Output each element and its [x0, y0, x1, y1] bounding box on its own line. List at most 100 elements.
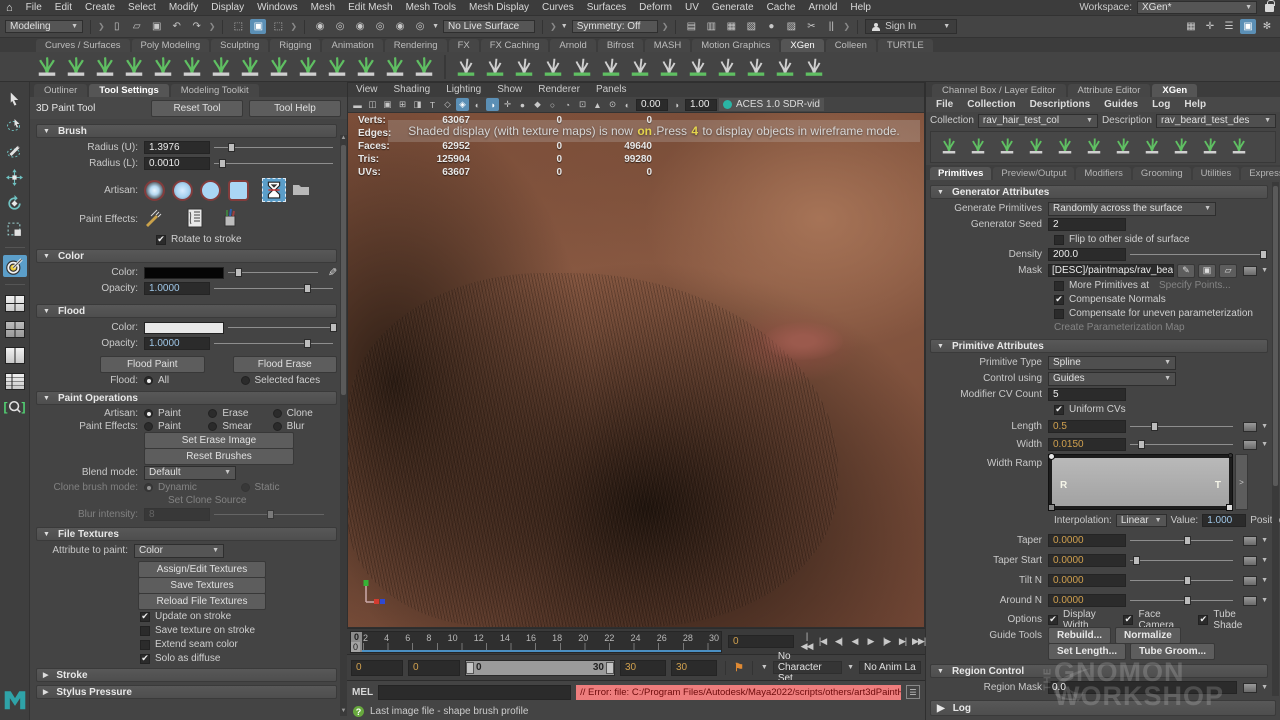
viewport-menu-item[interactable]: Panels: [596, 84, 627, 96]
width-field[interactable]: 0.0150: [1048, 438, 1126, 451]
guide-tool-button[interactable]: Rebuild...: [1048, 627, 1111, 644]
map-icon[interactable]: [1243, 576, 1257, 586]
radius-l-field[interactable]: 0.0010: [144, 157, 210, 170]
sign-in-button[interactable]: Sign In ▼: [865, 19, 957, 34]
viewport-toolbar-icon[interactable]: T: [426, 98, 439, 111]
soft-brush-icon[interactable]: [144, 180, 165, 201]
xgen-shelf-icon[interactable]: [92, 54, 118, 80]
rotate-tool-icon[interactable]: [3, 192, 27, 214]
viewport-toolbar-icon[interactable]: ◈: [456, 98, 469, 111]
home-icon[interactable]: ⌂: [6, 2, 13, 14]
menu-item[interactable]: Modify: [169, 2, 198, 13]
width-ramp-widget[interactable]: R T: [1048, 454, 1233, 510]
flip-side-checkbox[interactable]: [1054, 235, 1064, 245]
compensate-normals-checkbox[interactable]: [1054, 295, 1064, 305]
menu-item[interactable]: Windows: [257, 2, 298, 13]
flood-opacity-slider[interactable]: [214, 337, 333, 350]
xgen-shelf-icon[interactable]: [63, 54, 89, 80]
flood-radio[interactable]: [144, 376, 153, 385]
range-handle-right[interactable]: [606, 662, 614, 674]
artisan-op-radio[interactable]: [144, 409, 153, 418]
tool-help-button[interactable]: Tool Help: [249, 100, 341, 117]
primitive-slider[interactable]: [1130, 594, 1233, 607]
density-field[interactable]: 200.0: [1048, 248, 1126, 261]
viewport-toolbar-icon[interactable]: ✛: [501, 98, 514, 111]
chevron-down-icon[interactable]: ▼: [761, 664, 768, 671]
xgen-shelf-icon[interactable]: [295, 54, 321, 80]
xgen-toolbar-icon[interactable]: [1171, 136, 1191, 159]
shelf-tab[interactable]: FX: [449, 39, 479, 52]
pfx-op-radio[interactable]: [273, 422, 282, 431]
color-opacity-field[interactable]: 1.0000: [144, 282, 210, 295]
xgen-groom-shelf-icon[interactable]: [743, 54, 769, 80]
shelf-tab[interactable]: TURTLE: [878, 39, 933, 52]
attribute-to-paint-dropdown[interactable]: Color▼: [134, 544, 224, 558]
snap-icon[interactable]: ◎: [412, 19, 428, 34]
viewport-toolbar-icon[interactable]: ◐: [471, 98, 484, 111]
square-brush-icon[interactable]: [228, 180, 249, 201]
xgen-shelf-icon[interactable]: [121, 54, 147, 80]
stroke-section-header[interactable]: ▶Stroke: [36, 668, 337, 682]
xgen-toolbar-icon[interactable]: [1084, 136, 1104, 159]
chevron-down-icon[interactable]: ▼: [561, 23, 568, 30]
snap-icon[interactable]: ◉: [312, 19, 328, 34]
viewport-toolbar-icon[interactable]: ◔: [561, 98, 574, 111]
color-slider[interactable]: [228, 266, 318, 279]
snap-icon[interactable]: ◎: [372, 19, 388, 34]
shelf-tab[interactable]: Bifrost: [598, 39, 643, 52]
xgen-toolbar-icon[interactable]: [968, 136, 988, 159]
primitive-slider[interactable]: [1130, 554, 1233, 567]
menu-item[interactable]: Display: [211, 2, 244, 13]
region-mask-map-icon[interactable]: [1243, 683, 1257, 693]
hypershade-zoom-icon[interactable]: [ ]: [3, 396, 27, 418]
xgen-toolbar-icon[interactable]: [1142, 136, 1162, 159]
render-icon[interactable]: ▧: [743, 19, 759, 34]
render-icon[interactable]: ||: [823, 19, 839, 34]
primitive-attributes-header[interactable]: ▼Primitive Attributes: [930, 339, 1268, 353]
region-mask-field[interactable]: 0.0: [1048, 681, 1237, 694]
xgen-shelf-icon[interactable]: [208, 54, 234, 80]
color-section-header[interactable]: ▼Color: [36, 249, 337, 263]
symmetry-field[interactable]: Symmetry: Off: [572, 20, 658, 33]
menu-set-dropdown[interactable]: Modeling▼: [5, 20, 83, 33]
menu-item[interactable]: Curves: [542, 2, 574, 13]
map-icon[interactable]: [1243, 536, 1257, 546]
viewport-toolbar-icon[interactable]: ▣: [381, 98, 394, 111]
flood-opacity-field[interactable]: 1.0000: [144, 337, 210, 350]
right-panel-scrollbar[interactable]: [1272, 182, 1279, 696]
viewport-toolbar-icon[interactable]: ●: [516, 98, 529, 111]
more-primitives-checkbox[interactable]: [1054, 281, 1064, 291]
workspace-dropdown[interactable]: XGen*▼: [1137, 1, 1257, 14]
viewport-menu-item[interactable]: Lighting: [446, 84, 481, 96]
render-icon[interactable]: ✂: [803, 19, 819, 34]
render-icon[interactable]: ▥: [703, 19, 719, 34]
guide-tool-button[interactable]: Normalize: [1115, 627, 1181, 644]
gamma-icon[interactable]: ◑: [670, 98, 683, 111]
chevron-down-icon[interactable]: ▼: [847, 664, 854, 671]
current-time-field[interactable]: 0: [728, 635, 794, 648]
panel-toggle-icon[interactable]: ✛: [1202, 19, 1218, 34]
ramp-value-field[interactable]: 1.000: [1202, 514, 1246, 527]
save-textures-button[interactable]: Save Textures: [138, 577, 266, 594]
length-field[interactable]: 0.5: [1048, 420, 1126, 433]
xgen-subtab[interactable]: Grooming: [1133, 167, 1191, 180]
snap-icon[interactable]: ◉: [352, 19, 368, 34]
menu-item[interactable]: Select: [128, 2, 156, 13]
viewport-toolbar-icon[interactable]: ◑: [486, 98, 499, 111]
xgen-toolbar-icon[interactable]: [1229, 136, 1249, 159]
uniform-cvs-checkbox[interactable]: [1054, 405, 1064, 415]
auto-keyframe-icon[interactable]: ⚑: [734, 661, 744, 674]
xgen-toolbar-icon[interactable]: [1113, 136, 1133, 159]
flood-section-header[interactable]: ▼Flood: [36, 304, 337, 318]
right-panel-tab[interactable]: Channel Box / Layer Editor: [932, 84, 1066, 97]
live-surface-field[interactable]: No Live Surface: [443, 20, 535, 33]
xgen-shelf-icon[interactable]: [353, 54, 379, 80]
playback-button[interactable]: ◀|: [832, 636, 845, 647]
xgen-menu-item[interactable]: Descriptions: [1030, 99, 1091, 110]
script-editor-icon[interactable]: ☰: [906, 685, 920, 699]
flood-paint-button[interactable]: Flood Paint: [100, 356, 205, 373]
artisan-op-radio[interactable]: [208, 409, 217, 418]
viewport-toolbar-icon[interactable]: ◫: [366, 98, 379, 111]
left-panel-tab[interactable]: Tool Settings: [89, 84, 168, 97]
log-section-header[interactable]: ▶Log: [930, 700, 1276, 716]
